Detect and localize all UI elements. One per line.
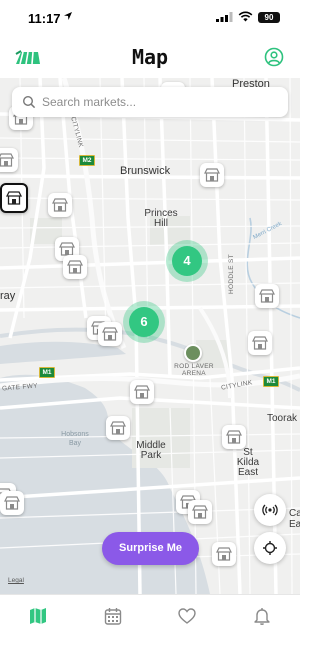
status-time: 11:17 [28,11,61,26]
calendar-icon [104,608,122,625]
market-cluster[interactable]: 4 [172,246,202,276]
page-title: Map [131,45,169,69]
battery-indicator: 90 [258,12,280,23]
suburb-label: ray [0,290,16,302]
location-arrow-icon [64,12,72,20]
route-shield: M2 [79,155,95,166]
market-pin[interactable] [106,416,130,440]
market-stall-icon [134,385,150,399]
market-pin[interactable] [48,193,72,217]
market-stall-icon [226,430,242,444]
market-stall-icon [259,289,275,303]
map-screen: 11:17 90 Map Preston Brunswick Princes H… [0,0,300,650]
market-pin[interactable] [248,331,272,355]
market-stall-icon [252,336,268,350]
market-stall-icon [216,547,232,561]
suburb-label: Middle Park [136,440,166,461]
market-stall-icon [110,421,126,435]
suburb-label: Brunswick [120,165,171,177]
market-pin[interactable] [0,491,24,515]
tab-notifications[interactable] [251,605,273,627]
tab-map[interactable] [27,605,49,627]
crosshair-icon [263,541,277,555]
heart-icon [178,608,196,624]
market-pin[interactable] [0,148,18,172]
legal-link[interactable]: Legal [8,577,24,584]
market-stall-icon [52,198,68,212]
route-shield: M1 [39,367,55,378]
market-pin[interactable] [200,163,224,187]
tab-calendar[interactable] [102,605,124,627]
market-stall-icon [4,496,20,510]
search-icon [22,95,36,109]
market-stall-icon [0,153,14,167]
water-label: Hobsons Bay [61,431,89,447]
broadcast-icon [262,504,278,516]
bell-icon [254,608,270,625]
surprise-me-button[interactable]: Surprise Me [102,532,199,565]
status-bar: 11:17 90 [0,0,300,36]
signal-icon [216,12,233,22]
map-icon [30,608,46,624]
market-stall-icon [67,260,83,274]
market-stall-icon [6,191,22,205]
route-shield: M1 [263,376,279,387]
account-icon[interactable] [264,47,284,67]
road-label: HODDLE ST [228,254,235,294]
suburb-label: Toorak [267,413,298,424]
market-pin[interactable] [222,425,246,449]
market-stall-icon [102,327,118,341]
market-cluster[interactable]: 6 [129,307,159,337]
market-pin[interactable] [212,542,236,566]
suburb-label: Princes Hill [144,208,178,229]
wifi-icon [238,11,253,22]
venue-label: ROD LAVER ARENA [174,363,214,377]
tab-favorites[interactable] [176,605,198,627]
market-pin[interactable] [255,284,279,308]
nearby-button[interactable] [254,494,286,526]
market-pin-selected[interactable] [0,183,28,213]
market-stall-icon [204,168,220,182]
suburb-label: Ea [289,519,300,530]
suburb-label: Ca [289,508,300,519]
venue-poi-icon[interactable] [184,344,202,362]
market-stall-icon [192,505,208,519]
market-pin[interactable] [63,255,87,279]
tab-bar [0,594,300,650]
market-pin[interactable] [188,500,212,524]
app-header: Map [0,36,300,78]
market-pin[interactable] [130,380,154,404]
suburb-label: St Kilda East [236,447,260,478]
search-input[interactable] [42,87,278,117]
locate-me-button[interactable] [254,532,286,564]
search-bar[interactable] [12,87,288,117]
market-pin[interactable] [98,322,122,346]
market-stall-icon [59,242,75,256]
